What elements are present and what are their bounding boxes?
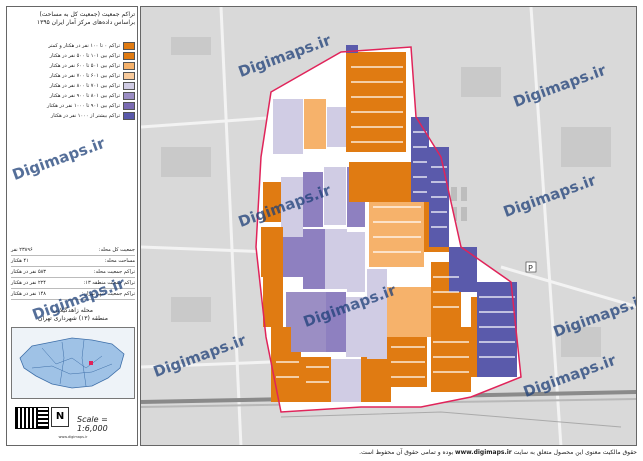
barcode-icon <box>37 407 49 429</box>
legend-swatch <box>123 92 135 100</box>
legend-label: تراکم بین ۸۰۱ تا ۹۰۰ نفر در هکتار <box>49 93 120 99</box>
stat-label: جمعیت کل محله: <box>98 247 135 253</box>
credit-site: www.digimaps.ir <box>58 435 88 439</box>
legend-item: تراکم ۰ تا ۱۰۰ نفر در هکتار و کمتر <box>11 41 135 51</box>
legend-label: تراکم بین ۹۰۱ تا ۱۰۰۰ نفر در هکتار <box>47 103 120 109</box>
legend-item: تراکم بین ۸۰۱ تا ۹۰۰ نفر در هکتار <box>11 91 135 101</box>
legend-label: تراکم بین ۷۰۱ تا ۸۰۰ نفر در هکتار <box>49 83 120 89</box>
stat-value: ۵۸۳ نفر در هکتار <box>11 269 46 275</box>
stat-label: تراکم جمعیت محله: <box>93 269 135 275</box>
stat-value: ۲۲۴ نفر در هکتار <box>11 280 46 286</box>
stat-value: ۲۳۸۹۶ نفر <box>11 247 33 253</box>
legend-swatch <box>123 102 135 110</box>
legend-label: تراکم بین ۵۰۱ تا ۶۰۰ نفر در هکتار <box>49 63 120 69</box>
legend-label: تراکم ۰ تا ۱۰۰ نفر در هکتار و کمتر <box>48 43 120 49</box>
neighborhood-marker <box>89 361 93 365</box>
legend-swatch <box>123 62 135 70</box>
legend-swatch <box>123 72 135 80</box>
main-map[interactable]: P Digimaps.ir Digimaps.ir Digimaps.ir Di… <box>140 6 637 446</box>
legend-swatch <box>123 42 135 50</box>
legend-item: تراکم بیشتر از ۱۰۰۰ نفر در هکتار <box>11 111 135 121</box>
district-name: منطقه (۱۳) شهرداری تهران <box>38 315 108 322</box>
legend-item: تراکم بین ۶۰۱ تا ۷۰۰ نفر در هکتار <box>11 71 135 81</box>
map-title-line2: براساس داده‌های مرکز آمار ایران ۱۳۹۵ <box>36 19 135 26</box>
stat-row: مساحت محله: ۴۱ هکتار <box>11 256 135 267</box>
legend-swatch <box>123 82 135 90</box>
legend-item: تراکم بین ۵۰۱ تا ۶۰۰ نفر در هکتار <box>11 61 135 71</box>
footer-suffix: بوده و تمامی حقوق آن محفوظ است. <box>359 449 454 456</box>
stat-value: ۱۴۸ نفر در هکتار <box>11 291 46 297</box>
north-arrow-icon: N <box>51 407 69 427</box>
tehran-inset-map <box>11 327 135 399</box>
qr-code-icon <box>15 407 37 429</box>
credit-text: www.digimaps.ir <box>11 435 135 439</box>
footer-copyright: حقوق مالکیت معنوی این محصول متعلق به سای… <box>200 449 637 456</box>
map-title-line1: تراکم جمعیت (جمعیت کل به مساحت) <box>39 11 135 18</box>
inset-map-graphic <box>19 337 125 389</box>
map-title: تراکم جمعیت (جمعیت کل به مساحت) براساس د… <box>11 11 135 27</box>
stat-value: ۴۱ هکتار <box>11 258 29 264</box>
legend-swatch <box>123 52 135 60</box>
legend-swatch <box>123 112 135 120</box>
scale-label: Scale = 1:6,000 <box>77 415 108 433</box>
legend-panel: تراکم جمعیت (جمعیت کل به مساحت) براساس د… <box>6 6 138 446</box>
legend-item: تراکم بین ۱۰۱ تا ۵۰۰ نفر در هکتار <box>11 51 135 61</box>
legend-item: تراکم بین ۹۰۱ تا ۱۰۰۰ نفر در هکتار <box>11 101 135 111</box>
footer-site-link[interactable]: www.digimaps.ir <box>455 449 512 456</box>
stat-row: جمعیت کل محله: ۲۳۸۹۶ نفر <box>11 245 135 256</box>
legend-label: تراکم بیشتر از ۱۰۰۰ نفر در هکتار <box>50 113 120 119</box>
footer-prefix: حقوق مالکیت معنوی این محصول متعلق به سای… <box>513 449 637 456</box>
legend: تراکم ۰ تا ۱۰۰ نفر در هکتار و کمتر تراکم… <box>11 41 135 121</box>
legend-label: تراکم بین ۱۰۱ تا ۵۰۰ نفر در هکتار <box>49 53 120 59</box>
parking-label: P <box>528 264 533 273</box>
stat-label: مساحت محله: <box>104 258 135 264</box>
legend-item: تراکم بین ۷۰۱ تا ۸۰۰ نفر در هکتار <box>11 81 135 91</box>
legend-label: تراکم بین ۶۰۱ تا ۷۰۰ نفر در هکتار <box>49 73 120 79</box>
